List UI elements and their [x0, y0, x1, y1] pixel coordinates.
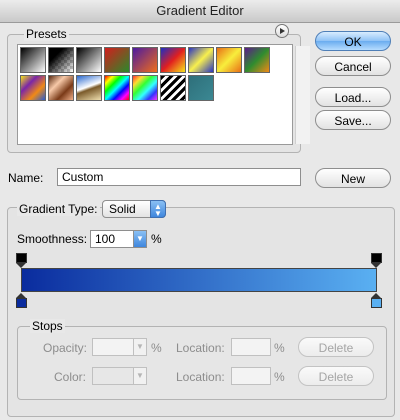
preset-blue-red-yellow[interactable]	[160, 47, 186, 73]
stops-label: Stops	[30, 319, 65, 333]
opacity-unit: %	[151, 341, 162, 355]
presets-label: Presets	[24, 27, 69, 41]
color-stop-left[interactable]	[16, 293, 27, 308]
gradient-type-select[interactable]: Solid ▲ ▼	[102, 200, 166, 218]
opacity-dropdown-button[interactable]: ▼	[133, 338, 147, 356]
gradient-type-label: Gradient Type:	[17, 202, 100, 216]
preset-spectrum[interactable]	[104, 75, 130, 101]
opacity-stop-right[interactable]	[371, 253, 382, 268]
smoothness-input[interactable]	[90, 230, 134, 248]
preset-black-white[interactable]	[76, 47, 102, 73]
color-stop-right[interactable]	[371, 293, 382, 308]
color-location-unit: %	[274, 370, 285, 384]
presets-list[interactable]	[17, 44, 310, 145]
smoothness-unit: %	[151, 232, 162, 246]
save-button[interactable]: Save...	[315, 110, 391, 130]
smoothness-label: Smoothness:	[17, 232, 88, 246]
preset-copper[interactable]	[48, 75, 74, 101]
cancel-button[interactable]: Cancel	[315, 56, 391, 76]
preset-orange-yellow-orange[interactable]	[216, 47, 242, 73]
name-label: Name:	[8, 171, 44, 185]
load-button[interactable]: Load...	[315, 87, 391, 107]
preset-violet-orange[interactable]	[132, 47, 158, 73]
opacity-delete-button[interactable]: Delete	[298, 337, 374, 357]
preset-transparent-stripes[interactable]	[160, 75, 186, 101]
opacity-location-input[interactable]	[231, 338, 271, 356]
opacity-stop-left[interactable]	[16, 253, 27, 268]
preset-fg-transparent[interactable]	[48, 47, 74, 73]
preset-fg-bg[interactable]	[20, 47, 46, 73]
color-label: Color:	[54, 370, 87, 384]
color-location-label: Location:	[176, 370, 225, 384]
presets-menu-button[interactable]	[275, 24, 289, 38]
presets-scrollbar[interactable]	[295, 46, 310, 144]
preset-blue-yellow-blue[interactable]	[188, 47, 214, 73]
gradient-type-value: Solid	[109, 202, 136, 216]
window-title: Gradient Editor	[0, 0, 400, 23]
preset-red-green[interactable]	[104, 47, 130, 73]
preset-teal[interactable]	[188, 75, 214, 101]
preset-chrome[interactable]	[76, 75, 102, 101]
updown-arrows-icon: ▲ ▼	[150, 200, 166, 218]
new-button[interactable]: New	[315, 168, 391, 188]
smoothness-dropdown-button[interactable]: ▼	[133, 230, 147, 248]
preset-yellow-violet-orange-blue[interactable]	[20, 75, 46, 101]
preset-transparent-rainbow[interactable]	[132, 75, 158, 101]
triangle-right-icon	[280, 28, 285, 34]
color-location-input[interactable]	[231, 367, 271, 385]
opacity-location-unit: %	[274, 341, 285, 355]
gradient-preview-bar[interactable]	[21, 268, 377, 292]
opacity-input[interactable]	[92, 338, 134, 356]
opacity-location-label: Location:	[176, 341, 225, 355]
preset-violet-green-orange[interactable]	[244, 47, 270, 73]
color-dropdown-button[interactable]: ▼	[133, 367, 147, 385]
opacity-label: Opacity:	[43, 341, 88, 355]
name-input[interactable]	[57, 168, 301, 186]
color-delete-button[interactable]: Delete	[298, 366, 374, 386]
ok-button[interactable]: OK	[315, 31, 391, 51]
color-swatch[interactable]	[92, 367, 134, 385]
